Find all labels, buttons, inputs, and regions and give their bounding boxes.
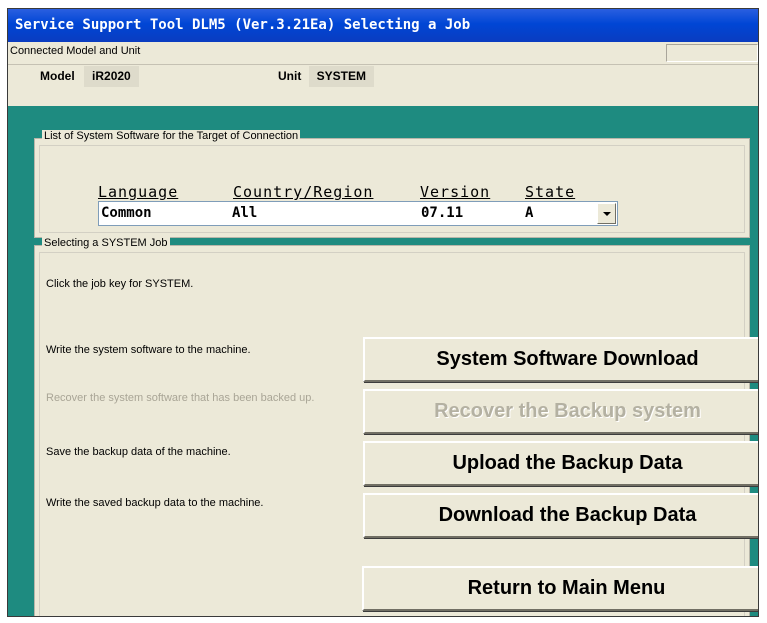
job-group: Selecting a SYSTEM Job Click the job key…	[34, 237, 758, 616]
divider	[8, 64, 758, 65]
return-main-menu-button[interactable]: Return to Main Menu	[362, 566, 758, 611]
model-value: iR2020	[84, 66, 139, 87]
column-country-region: Country/Region	[233, 183, 374, 201]
job-desc-download-backup: Write the saved backup data to the machi…	[46, 497, 264, 509]
connection-status-box	[666, 44, 758, 62]
column-version: Version	[420, 183, 491, 201]
cell-state: A	[525, 205, 534, 221]
unit-label: Unit	[278, 69, 302, 83]
job-group-label: Selecting a SYSTEM Job	[42, 237, 170, 249]
job-instruction: Click the job key for SYSTEM.	[46, 278, 194, 290]
chevron-down-icon	[602, 211, 611, 216]
connection-label: Connected Model and Unit	[10, 45, 141, 57]
cell-country: All	[232, 205, 258, 221]
column-language: Language	[98, 183, 179, 201]
unit-value: SYSTEM	[308, 66, 375, 87]
dropdown-button[interactable]	[597, 203, 616, 224]
system-software-download-button[interactable]: System Software Download	[363, 337, 758, 382]
model-field: Model iR2020	[40, 66, 139, 87]
column-state: State	[525, 183, 576, 201]
job-desc-upload: Save the backup data of the machine.	[46, 446, 231, 458]
job-desc-recover: Recover the system software that has bee…	[46, 392, 315, 404]
connection-panel: Connected Model and Unit Model iR2020 Un…	[8, 42, 758, 106]
cell-language: Common	[101, 205, 152, 221]
job-desc-download: Write the system software to the machine…	[46, 344, 251, 356]
window-title: Service Support Tool DLM5 (Ver.3.21Ea) S…	[8, 9, 758, 42]
app-window: Service Support Tool DLM5 (Ver.3.21Ea) S…	[7, 8, 759, 617]
software-list-label: List of System Software for the Target o…	[42, 130, 301, 142]
cell-version: 07.11	[421, 205, 464, 221]
software-list-group: List of System Software for the Target o…	[34, 130, 750, 238]
download-backup-button[interactable]: Download the Backup Data	[363, 493, 758, 538]
recover-backup-button: Recover the Backup system	[363, 389, 758, 434]
upload-backup-button[interactable]: Upload the Backup Data	[363, 441, 758, 486]
model-label: Model	[40, 69, 75, 83]
software-select[interactable]: Common All 07.11 A	[98, 201, 618, 226]
unit-field: Unit SYSTEM	[278, 66, 375, 87]
